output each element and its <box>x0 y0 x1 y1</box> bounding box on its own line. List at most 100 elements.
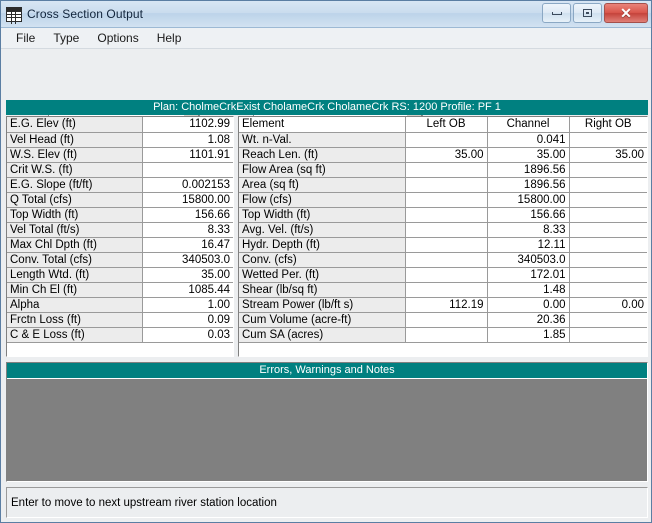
summary-row-label: E.G. Elev (ft) <box>7 117 143 133</box>
summary-row-value: 1102.99 <box>142 117 233 133</box>
column-header-element: Element <box>239 117 406 133</box>
table-row: Top Width (ft) 156.66 <box>7 207 233 223</box>
summary-row-value: 1.08 <box>142 132 233 148</box>
element-row-right-ob: 0.00 <box>569 297 647 313</box>
element-row-label: Conv. (cfs) <box>239 252 406 268</box>
table-row: E.G. Slope (ft/ft) 0.002153 <box>7 177 233 193</box>
table-row: Top Width (ft) 156.66 <box>239 207 647 223</box>
summary-row-label: W.S. Elev (ft) <box>7 147 143 163</box>
summary-row-label: Length Wtd. (ft) <box>7 267 143 283</box>
element-row-right-ob <box>569 207 647 223</box>
element-row-channel: 1.48 <box>487 282 570 298</box>
element-row-right-ob <box>569 327 647 343</box>
element-row-channel: 0.041 <box>487 132 570 148</box>
table-row: Hydr. Depth (ft) 12.11 <box>239 237 647 253</box>
summary-table: E.G. Elev (ft) 1102.99 Vel Head (ft) 1.08 W.… <box>7 117 233 343</box>
close-icon: ✕ <box>620 5 632 21</box>
element-row-left-ob <box>405 222 488 238</box>
table-row: Frctn Loss (ft) 0.09 <box>7 312 233 328</box>
summary-row-value: 15800.00 <box>142 192 233 208</box>
element-row-right-ob <box>569 177 647 193</box>
table-row: Stream Power (lb/ft s) 112.19 0.00 0.00 <box>239 297 647 313</box>
table-grid-icon <box>6 6 22 22</box>
element-row-label: Area (sq ft) <box>239 177 406 193</box>
element-row-label: Reach Len. (ft) <box>239 147 406 163</box>
summary-row-value: 16.47 <box>142 237 233 253</box>
menu-item-options[interactable]: Options <box>88 30 147 47</box>
title-bar: Cross Section Output ✕ <box>1 1 651 28</box>
element-row-left-ob <box>405 162 488 178</box>
minimize-icon <box>551 11 562 15</box>
element-row-right-ob <box>569 162 647 178</box>
summary-row-value: 0.09 <box>142 312 233 328</box>
table-row: Wetted Per. (ft) 172.01 <box>239 267 647 283</box>
element-row-left-ob <box>405 177 488 193</box>
cross-section-output-window: Cross Section Output ✕ File Type Options… <box>0 0 652 523</box>
summary-row-value: 8.33 <box>142 222 233 238</box>
table-row: Crit W.S. (ft) <box>7 162 233 178</box>
table-row: Avg. Vel. (ft/s) 8.33 <box>239 222 647 238</box>
window-controls: ✕ <box>542 3 648 23</box>
summary-row-label: Frctn Loss (ft) <box>7 312 143 328</box>
table-row: Vel Total (ft/s) 8.33 <box>7 222 233 238</box>
element-row-right-ob <box>569 252 647 268</box>
table-row: Flow Area (sq ft) 1896.56 <box>239 162 647 178</box>
menu-item-help[interactable]: Help <box>148 30 191 47</box>
element-row-label: Wetted Per. (ft) <box>239 267 406 283</box>
table-row: Min Ch El (ft) 1085.44 <box>7 282 233 298</box>
table-row: C & E Loss (ft) 0.03 <box>7 327 233 343</box>
summary-row-label: Crit W.S. (ft) <box>7 162 143 178</box>
table-row: Alpha 1.00 <box>7 297 233 313</box>
element-row-left-ob <box>405 267 488 283</box>
element-row-label: Flow Area (sq ft) <box>239 162 406 178</box>
table-row: Conv. Total (cfs) 340503.0 <box>7 252 233 268</box>
element-row-right-ob <box>569 132 647 148</box>
element-row-label: Stream Power (lb/ft s) <box>239 297 406 313</box>
column-header-left-ob: Left OB <box>405 117 488 133</box>
summary-row-label: C & E Loss (ft) <box>7 327 143 343</box>
element-row-channel: 35.00 <box>487 147 570 163</box>
element-row-label: Hydr. Depth (ft) <box>239 237 406 253</box>
summary-row-value: 0.03 <box>142 327 233 343</box>
summary-row-value: 1085.44 <box>142 282 233 298</box>
element-row-channel: 0.00 <box>487 297 570 313</box>
element-table-panel[interactable]: Element Left OB Channel Right OB Wt. n-V… <box>238 116 648 357</box>
element-table-body: Wt. n-Val. 0.041 Reach Len. (ft) 35.00 35.00… <box>239 132 647 343</box>
summary-row-value: 156.66 <box>142 207 233 223</box>
element-row-channel: 12.11 <box>487 237 570 253</box>
close-button[interactable]: ✕ <box>604 3 648 23</box>
summary-row-label: E.G. Slope (ft/ft) <box>7 177 143 193</box>
summary-row-value <box>142 162 233 178</box>
summary-table-panel[interactable]: E.G. Elev (ft) 1102.99 Vel Head (ft) 1.08 W.… <box>6 116 234 357</box>
column-header-right-ob: Right OB <box>569 117 647 133</box>
maximize-button[interactable] <box>573 3 602 23</box>
window-title: Cross Section Output <box>27 7 144 21</box>
element-row-label: Cum SA (acres) <box>239 327 406 343</box>
summary-row-label: Q Total (cfs) <box>7 192 143 208</box>
element-row-label: Cum Volume (acre-ft) <box>239 312 406 328</box>
summary-row-value: 340503.0 <box>142 252 233 268</box>
summary-row-label: Max Chl Dpth (ft) <box>7 237 143 253</box>
table-row: Conv. (cfs) 340503.0 <box>239 252 647 268</box>
summary-row-value: 1101.91 <box>142 147 233 163</box>
plan-header-bar: Plan: CholmeCrkExist CholameCrk CholameC… <box>6 100 648 115</box>
errors-panel-body[interactable] <box>7 378 647 481</box>
element-row-left-ob <box>405 132 488 148</box>
element-row-left-ob: 35.00 <box>405 147 488 163</box>
element-row-left-ob <box>405 237 488 253</box>
menu-item-type[interactable]: Type <box>44 30 88 47</box>
table-row: Wt. n-Val. 0.041 <box>239 132 647 148</box>
menu-item-file[interactable]: File <box>7 30 44 47</box>
status-bar: Enter to move to next upstream river sta… <box>6 487 648 518</box>
element-row-label: Shear (lb/sq ft) <box>239 282 406 298</box>
element-row-left-ob <box>405 282 488 298</box>
table-row: Flow (cfs) 15800.00 <box>239 192 647 208</box>
element-row-right-ob <box>569 192 647 208</box>
summary-row-label: Min Ch El (ft) <box>7 282 143 298</box>
errors-panel-title: Errors, Warnings and Notes <box>7 363 647 378</box>
table-header-row: Element Left OB Channel Right OB <box>239 117 647 133</box>
minimize-button[interactable] <box>542 3 571 23</box>
element-row-right-ob <box>569 222 647 238</box>
element-row-label: Wt. n-Val. <box>239 132 406 148</box>
summary-row-value: 35.00 <box>142 267 233 283</box>
